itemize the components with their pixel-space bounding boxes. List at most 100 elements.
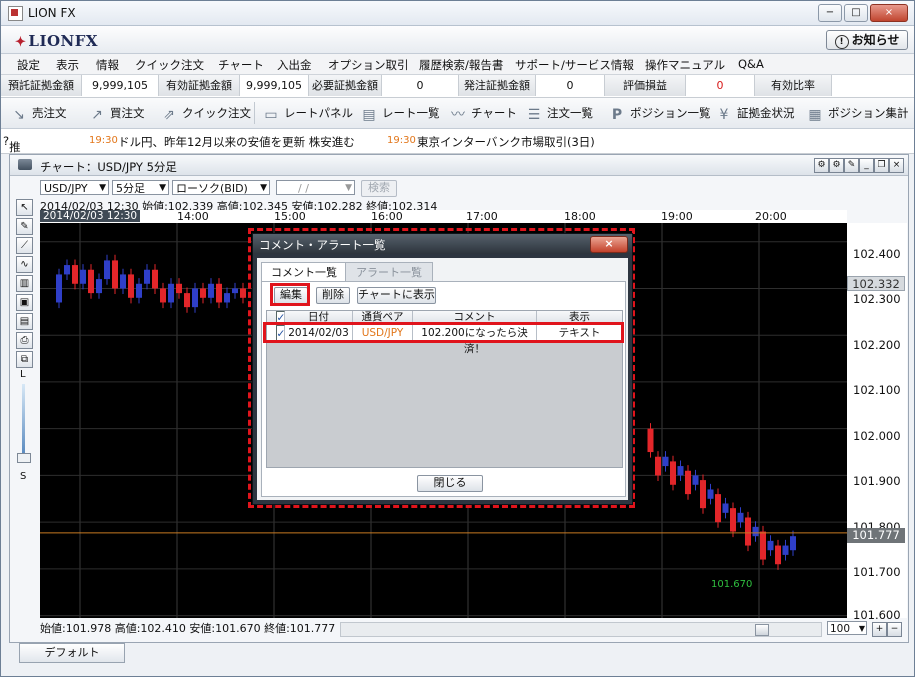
title-bar: LION FX − □ × (1, 1, 914, 26)
menu-item-options[interactable]: オプション取引 (328, 57, 409, 73)
menu-item-info[interactable]: 情報 (96, 57, 119, 73)
date-input[interactable]: / / ▼ (276, 180, 355, 195)
news-ticker: ?推移 19:30 ドル円、昨年12月以来の安値を更新 株安進む 19:30 東… (1, 129, 914, 170)
chevron-down-icon: ▼ (260, 183, 267, 193)
candle (192, 288, 198, 308)
comment-alert-dialog: コメント・アラート一覧 × コメント一覧 アラート一覧 編集 削除 チャートに表… (252, 233, 633, 505)
scrollbar-thumb[interactable] (755, 624, 769, 636)
order-margin-value: 0 (536, 75, 605, 96)
maximize-button[interactable]: □ (844, 4, 868, 22)
menu-item-settings[interactable]: 設定 (17, 57, 40, 73)
candle (700, 480, 706, 509)
zoom-out-button[interactable]: − (887, 622, 902, 637)
menu-item-support[interactable]: サポート/サービス情報 (515, 57, 634, 73)
restore-chart-button[interactable]: ❐ (874, 158, 889, 173)
trend-line-icon[interactable]: ⟋ (16, 237, 33, 254)
main-toolbar: ↘ 売注文 ↗ 買注文 ⇗ クイック注文 ▭ レートパネル ▤ レート一覧 〰チャート ☰… (1, 98, 914, 129)
dialog-close-x-button[interactable]: × (590, 236, 628, 253)
tab-alert-list[interactable]: アラート一覧 (345, 262, 433, 283)
show-on-chart-button[interactable]: チャートに表示 (357, 287, 436, 304)
notice-button[interactable]: ! お知らせ (826, 30, 908, 50)
candle (176, 283, 182, 294)
low-price-label: 101.670 (711, 579, 753, 590)
minimize-chart-button[interactable]: _ (859, 158, 874, 173)
price-tick: 102.200 (853, 338, 901, 352)
margin-status-button[interactable]: ¥ 証拠金状況 (716, 105, 795, 122)
zoom-slider-track[interactable] (22, 384, 25, 454)
candle (745, 517, 751, 546)
time-tick: 20:00 (755, 210, 787, 223)
quick-order-label: クイック注文 (182, 106, 251, 120)
quick-order-button[interactable]: ⇗ クイック注文 (161, 105, 251, 122)
comment-list-panel: 編集 削除 チャートに表示 ✓ 日付 通貨ペア コメント 表示 ✓ 2014/0… (261, 281, 626, 497)
close-window-button[interactable]: × (870, 4, 908, 22)
candle (767, 540, 774, 551)
layout-tool-icon[interactable]: ▣ (16, 294, 33, 311)
tab-comment-list[interactable]: コメント一覧 (261, 262, 347, 282)
menu-item-history[interactable]: 履歴検索/報告書 (419, 57, 503, 73)
menu-item-chart[interactable]: チャート (218, 57, 264, 73)
ticker-time: 19:30 (89, 135, 118, 146)
search-button[interactable]: 検索 (361, 180, 397, 197)
position-list-label: ポジション一覧 (630, 106, 711, 120)
position-summary-button[interactable]: ▦ ポジション集計 (807, 105, 908, 122)
chart-button[interactable]: 〰チャート (450, 105, 517, 122)
draw-pen-icon[interactable]: ✎ (844, 158, 859, 173)
rate-list-button[interactable]: ▤ レート一覧 (361, 105, 439, 122)
minimize-button[interactable]: − (818, 4, 842, 22)
toolbar-separator (254, 102, 255, 124)
settings-gear-icon[interactable]: ⚙ (814, 158, 829, 173)
menu-item-manual[interactable]: 操作マニュアル (645, 57, 725, 73)
dialog-title-bar[interactable]: コメント・アラート一覧 × (253, 234, 632, 254)
ticker-headline[interactable]: 東京インターバンク市場取引(3日) (417, 134, 595, 150)
chart-window-icon (18, 159, 32, 170)
candle-type-select[interactable]: ローソク(BID) ▼ (172, 180, 270, 195)
rate-panel-button[interactable]: ▭ レートパネル (263, 105, 353, 122)
menu-item-qa[interactable]: Q&A (738, 57, 764, 71)
chevron-down-icon: ▼ (345, 183, 352, 193)
dialog-close-button[interactable]: 閉じる (417, 475, 483, 492)
price-tick: 102.400 (853, 247, 901, 261)
ticker-headline[interactable]: ドル円、昨年12月以来の安値を更新 株安進む (118, 134, 355, 150)
pair-select[interactable]: USD/JPY ▼ (40, 180, 109, 195)
tab-default[interactable]: デフォルト (19, 643, 125, 663)
zoom-in-button[interactable]: + (872, 622, 887, 637)
unrealized-pl-value: 0 (686, 75, 755, 96)
timeframe-select[interactable]: 5分足 ▼ (112, 180, 169, 195)
note-tool-icon[interactable]: ▤ (16, 313, 33, 330)
sell-order-button[interactable]: ↘ 売注文 (11, 105, 66, 123)
delete-button[interactable]: 削除 (316, 287, 350, 304)
rate-panel-icon: ▭ (264, 107, 278, 123)
candle (112, 260, 118, 289)
notice-label: お知らせ (851, 33, 900, 47)
sell-arrow-icon: ↘ (13, 107, 25, 123)
zoom-select[interactable]: 100 ▼ (827, 621, 867, 635)
indicator-gear-icon[interactable]: ⚙ (829, 158, 844, 173)
candle (168, 283, 174, 303)
candle (715, 494, 721, 523)
menu-item-view[interactable]: 表示 (56, 57, 79, 73)
close-chart-button[interactable]: × (889, 158, 904, 173)
indicator-tool-icon[interactable]: ∿ (16, 256, 33, 273)
menu-item-deposit[interactable]: 入出金 (277, 57, 312, 73)
deposit-margin-label: 預託証拠金額 (1, 75, 82, 96)
candle (96, 279, 102, 294)
position-list-button[interactable]: P ポジション一覧 (609, 105, 711, 122)
candle (120, 274, 126, 289)
ohlc-bottom-readout: 始値:101.978 高値:102.410 安値:101.670 終値:101.… (40, 622, 336, 635)
menu-item-quick-order[interactable]: クイック注文 (135, 57, 204, 73)
unrealized-pl-label: 評価損益 (605, 75, 686, 96)
pen-tool-icon[interactable]: ✎ (16, 218, 33, 235)
zoom-slider-thumb[interactable] (17, 453, 31, 463)
quick-order-icon: ⇗ (163, 107, 175, 123)
order-list-button[interactable]: ☰ 注文一覧 (526, 105, 593, 122)
print-icon[interactable]: ⎙ (16, 332, 33, 349)
chart-scrollbar[interactable] (340, 622, 822, 637)
cursor-tool-icon[interactable]: ↖ (16, 199, 33, 216)
candle (737, 512, 744, 523)
bar-tool-icon[interactable]: ▥ (16, 275, 33, 292)
copy-icon[interactable]: ⧉ (16, 351, 33, 368)
buy-order-button[interactable]: ↗ 買注文 (89, 105, 144, 122)
candle (707, 489, 714, 499)
price-tick: 101.600 (853, 608, 901, 622)
